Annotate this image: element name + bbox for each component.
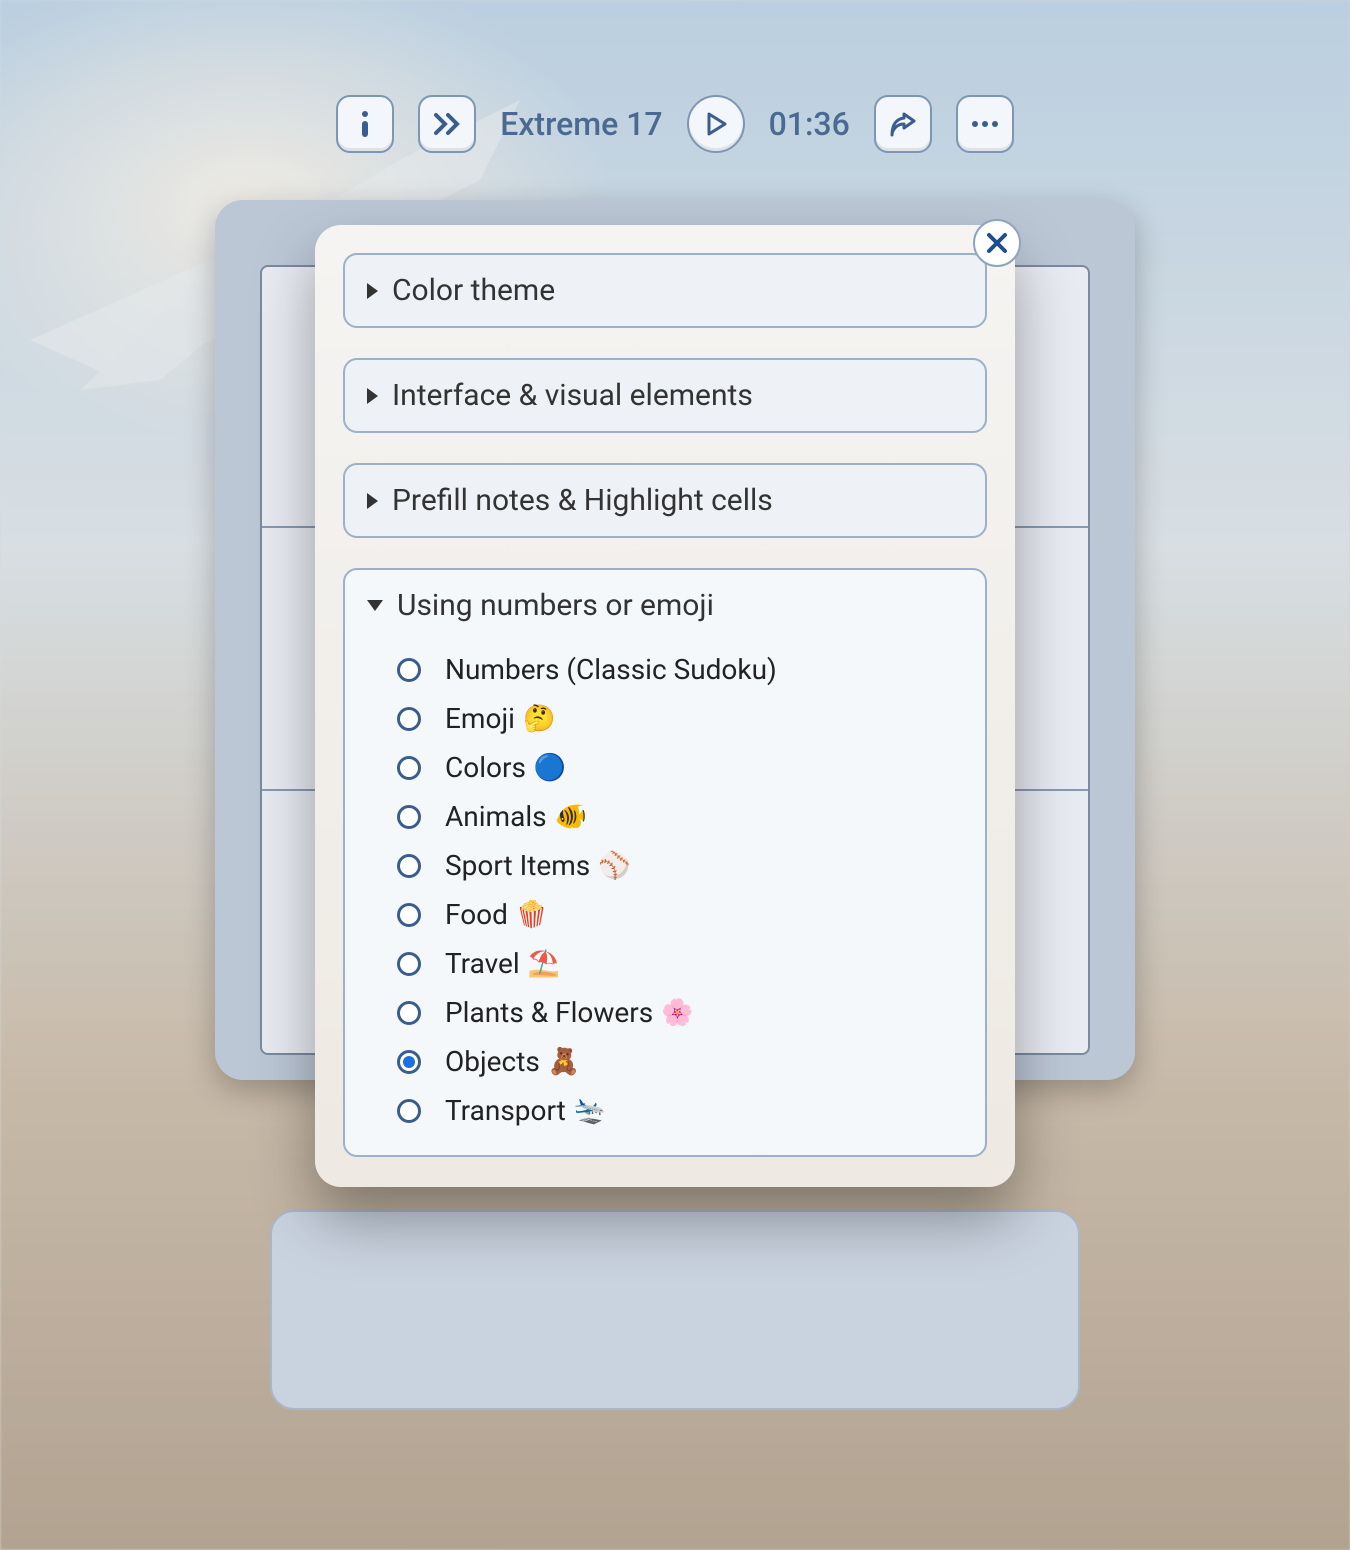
chevron-down-icon [367, 600, 383, 611]
emoji-option[interactable]: Animals 🐠 [397, 792, 963, 841]
settings-modal: Color theme Interface & visual elements … [315, 225, 1015, 1187]
close-icon [986, 232, 1008, 254]
option-text: Emoji [445, 702, 515, 735]
section-prefill-highlight[interactable]: Prefill notes & Highlight cells [343, 463, 987, 538]
option-emoji-icon: 🛬 [574, 1096, 606, 1126]
radio-indicator[interactable] [397, 805, 421, 829]
option-emoji-icon: 🤔 [523, 704, 555, 734]
section-numbers-emoji: Using numbers or emoji Numbers (Classic … [343, 568, 987, 1157]
emoji-option-list: Numbers (Classic Sudoku) Emoji 🤔 Colors 🔵 Ani… [345, 641, 985, 1155]
option-text: Plants & Flowers [445, 996, 653, 1029]
info-button[interactable] [336, 95, 394, 153]
difficulty-label: Extreme 17 [500, 105, 662, 143]
info-icon [354, 109, 376, 139]
radio-indicator[interactable] [397, 707, 421, 731]
option-text: Sport Items [445, 849, 590, 882]
option-label: Animals 🐠 [445, 800, 587, 833]
option-label: Numbers (Classic Sudoku) [445, 653, 777, 686]
section-header-numbers-emoji[interactable]: Using numbers or emoji [345, 570, 985, 641]
section-title: Prefill notes & Highlight cells [392, 483, 773, 518]
option-text: Travel [445, 947, 520, 980]
share-button[interactable] [874, 95, 932, 153]
option-label: Plants & Flowers 🌸 [445, 996, 694, 1029]
section-title: Using numbers or emoji [397, 588, 714, 623]
option-text: Animals [445, 800, 547, 833]
play-icon [705, 112, 727, 136]
option-label: Colors 🔵 [445, 751, 566, 784]
option-text: Objects [445, 1045, 540, 1078]
emoji-option[interactable]: Numbers (Classic Sudoku) [397, 645, 963, 694]
input-panel [270, 1210, 1080, 1410]
radio-indicator[interactable] [397, 1001, 421, 1025]
option-emoji-icon: 🐠 [555, 802, 587, 832]
option-text: Colors [445, 751, 526, 784]
top-toolbar: Extreme 17 01:36 [0, 95, 1350, 153]
option-text: Transport [445, 1094, 566, 1127]
section-title: Interface & visual elements [392, 378, 753, 413]
section-title: Color theme [392, 273, 555, 308]
option-label: Emoji 🤔 [445, 702, 555, 735]
emoji-option[interactable]: Travel ⛱️ [397, 939, 963, 988]
option-emoji-icon: 🍿 [516, 900, 548, 930]
radio-indicator[interactable] [397, 1099, 421, 1123]
option-emoji-icon: ⛱️ [528, 949, 560, 979]
option-emoji-icon: 🧸 [548, 1047, 580, 1077]
radio-indicator[interactable] [397, 952, 421, 976]
option-emoji-icon: 🔵 [534, 753, 566, 783]
option-label: Travel ⛱️ [445, 947, 560, 980]
option-emoji-icon: ⚾ [598, 851, 630, 881]
emoji-option[interactable]: Objects 🧸 [397, 1037, 963, 1086]
radio-indicator[interactable] [397, 658, 421, 682]
option-text: Food [445, 898, 508, 931]
chevron-right-icon [367, 493, 378, 509]
share-icon [888, 111, 918, 137]
emoji-option[interactable]: Emoji 🤔 [397, 694, 963, 743]
chevron-right-icon [367, 283, 378, 299]
chevron-right-icon [367, 388, 378, 404]
emoji-option[interactable]: Sport Items ⚾ [397, 841, 963, 890]
double-chevron-right-icon [433, 112, 461, 136]
ellipsis-icon [971, 120, 999, 128]
option-label: Food 🍿 [445, 898, 548, 931]
radio-indicator[interactable] [397, 854, 421, 878]
radio-indicator[interactable] [397, 756, 421, 780]
more-button[interactable] [956, 95, 1014, 153]
section-color-theme[interactable]: Color theme [343, 253, 987, 328]
section-interface-visual[interactable]: Interface & visual elements [343, 358, 987, 433]
emoji-option[interactable]: Food 🍿 [397, 890, 963, 939]
emoji-option[interactable]: Plants & Flowers 🌸 [397, 988, 963, 1037]
option-label: Transport 🛬 [445, 1094, 606, 1127]
option-label: Sport Items ⚾ [445, 849, 631, 882]
emoji-option[interactable]: Transport 🛬 [397, 1086, 963, 1135]
option-label: Objects 🧸 [445, 1045, 580, 1078]
radio-indicator[interactable] [397, 1050, 421, 1074]
emoji-option[interactable]: Colors 🔵 [397, 743, 963, 792]
option-emoji-icon: 🌸 [661, 998, 693, 1028]
forward-button[interactable] [418, 95, 476, 153]
option-text: Numbers (Classic Sudoku) [445, 653, 777, 686]
radio-indicator[interactable] [397, 903, 421, 927]
close-button[interactable] [973, 219, 1021, 267]
play-button[interactable] [687, 95, 745, 153]
timer-label: 01:36 [769, 105, 850, 143]
